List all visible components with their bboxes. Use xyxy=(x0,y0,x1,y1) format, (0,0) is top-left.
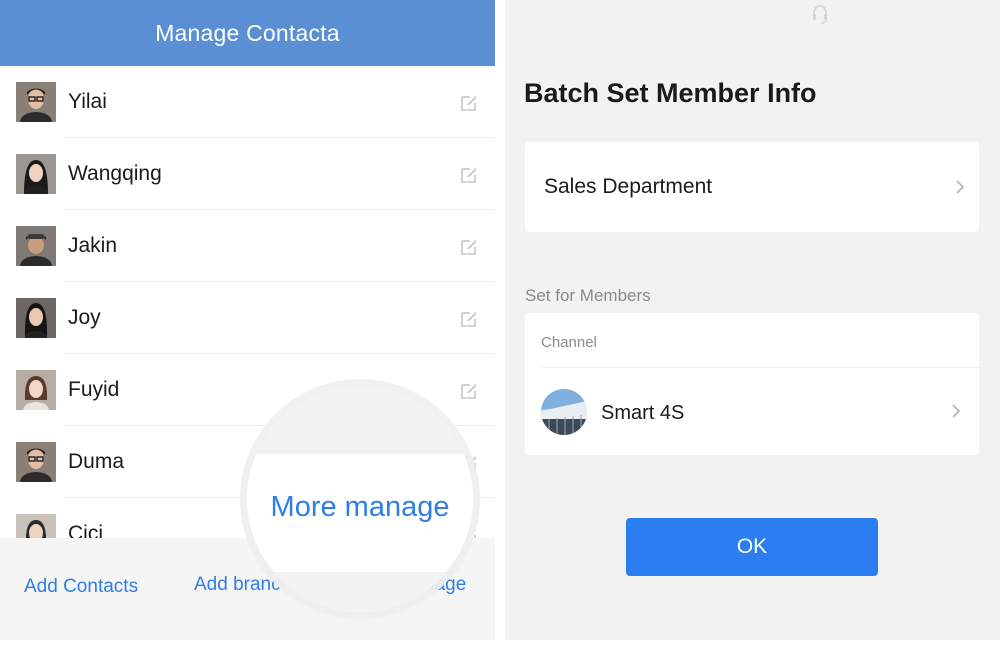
edit-icon[interactable] xyxy=(460,238,478,256)
edit-icon[interactable] xyxy=(460,94,478,112)
channel-label: Channel xyxy=(541,334,597,351)
edit-icon[interactable] xyxy=(460,166,478,184)
contact-row[interactable]: Joy xyxy=(0,282,495,354)
contact-name: Fuyid xyxy=(68,378,120,401)
contact-name: Yilai xyxy=(68,90,107,113)
more-manage-button[interactable]: More manage xyxy=(247,491,473,524)
channel-name[interactable]: Smart 4S xyxy=(601,402,684,425)
page-title: Batch Set Member Info xyxy=(524,78,817,108)
contact-row[interactable]: Yilai xyxy=(0,66,495,138)
chevron-right-icon xyxy=(952,404,961,418)
contact-name: Joy xyxy=(68,306,101,329)
magnifier-callout: More manage xyxy=(247,386,473,612)
avatar xyxy=(16,370,56,410)
add-contacts-button[interactable]: Add Contacts xyxy=(24,576,138,598)
contact-row[interactable]: Wangqing xyxy=(0,138,495,210)
department-selector[interactable]: Sales Department xyxy=(525,142,979,232)
avatar xyxy=(16,154,56,194)
avatar xyxy=(16,226,56,266)
avatar xyxy=(16,298,56,338)
batch-set-member-panel: Batch Set Member Info Sales Department S… xyxy=(505,0,1000,640)
manage-contacts-panel: Manage Contacta Yilai Wangqing Jakin Joy… xyxy=(0,0,495,640)
header-title: Manage Contacta xyxy=(155,19,340,46)
contact-name: Wangqing xyxy=(68,162,162,185)
channel-avatar xyxy=(541,389,587,435)
avatar xyxy=(16,442,56,482)
ok-button[interactable]: OK xyxy=(626,518,878,576)
avatar xyxy=(16,82,56,122)
edit-icon[interactable] xyxy=(460,310,478,328)
contact-name: Duma xyxy=(68,450,125,473)
screen: Manage Contacta Yilai Wangqing Jakin Joy… xyxy=(0,0,1000,650)
avatar xyxy=(16,514,56,538)
department-label: Sales Department xyxy=(544,175,713,198)
headset-icon xyxy=(813,5,827,24)
section-label: Set for Members xyxy=(525,286,651,305)
header-bar: Manage Contacta xyxy=(0,0,495,66)
contact-name: Jakin xyxy=(68,234,118,257)
ok-label: OK xyxy=(736,535,768,558)
chevron-right-icon xyxy=(956,180,965,194)
contact-name: Cici xyxy=(68,522,103,538)
channel-card: Channel Smart 4S xyxy=(525,313,979,455)
contact-row[interactable]: Jakin xyxy=(0,210,495,282)
